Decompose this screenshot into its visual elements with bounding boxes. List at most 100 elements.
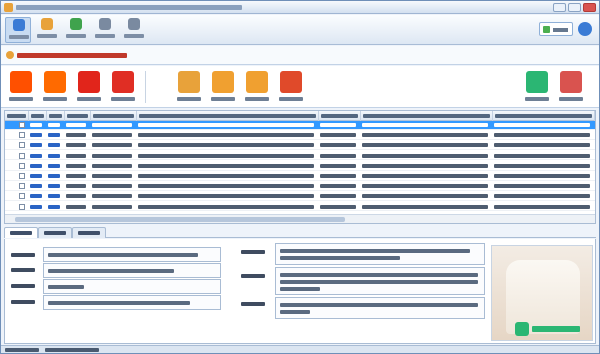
notice-bar: [1, 46, 599, 65]
skin-button[interactable]: [539, 22, 573, 36]
row-product-title: [137, 192, 319, 200]
table-row[interactable]: [5, 121, 595, 130]
row-edit-link[interactable]: [29, 152, 47, 160]
row-edit-link[interactable]: [29, 203, 47, 211]
row-delete-link[interactable]: [47, 182, 65, 190]
1688-store-button[interactable]: [41, 71, 69, 105]
home-icon: [13, 19, 25, 31]
row-delete-link[interactable]: [47, 131, 65, 139]
column-header-product-id[interactable]: [91, 111, 137, 121]
row-edit-link[interactable]: [29, 172, 47, 180]
row-target-category: [493, 152, 595, 160]
field-label: [11, 300, 35, 304]
row-edit-link[interactable]: [29, 121, 47, 129]
row-source-category: [361, 121, 493, 129]
register-button[interactable]: [121, 17, 147, 43]
field-label: [11, 268, 35, 272]
table-row[interactable]: [5, 141, 595, 151]
close-button[interactable]: [583, 3, 596, 12]
row-edit-link[interactable]: [29, 182, 47, 190]
price-range-field[interactable]: [43, 279, 221, 294]
spec-two-field[interactable]: [275, 297, 485, 319]
row-product-title: [137, 131, 319, 139]
table-row[interactable]: [5, 152, 595, 161]
product-description-field[interactable]: [275, 243, 485, 265]
row-delete-link[interactable]: [47, 192, 65, 200]
scrollbar-thumb[interactable]: [15, 217, 345, 222]
status-bar: [1, 345, 599, 353]
row-checkbox[interactable]: [19, 142, 25, 149]
column-header-product-title[interactable]: [137, 111, 319, 121]
row-delete-link[interactable]: [47, 141, 65, 149]
maximize-button[interactable]: [568, 3, 581, 12]
row-product-title: [137, 182, 319, 190]
tab-upload-log[interactable]: [72, 227, 106, 238]
table-row[interactable]: [5, 172, 595, 181]
column-header-delete[interactable]: [47, 111, 65, 121]
table-row[interactable]: [5, 182, 595, 191]
row-source-category: [361, 203, 493, 211]
column-header-edit[interactable]: [29, 111, 47, 121]
row-target-category: [493, 172, 595, 180]
column-header-source-category[interactable]: [361, 111, 493, 121]
row-delete-link[interactable]: [47, 203, 65, 211]
row-checkbox[interactable]: [19, 183, 25, 190]
video-tutorial-icon: [41, 18, 53, 30]
table-row[interactable]: [5, 192, 595, 202]
row-brand: [319, 172, 361, 180]
batch-edit-button[interactable]: [243, 71, 271, 105]
software-version: [5, 348, 39, 352]
row-delete-link[interactable]: [47, 162, 65, 170]
jd-store-button[interactable]: [75, 71, 103, 105]
column-header-brand[interactable]: [319, 111, 361, 121]
product-category-field[interactable]: [43, 263, 221, 278]
row-checkbox[interactable]: [19, 193, 25, 200]
tab-image-info[interactable]: [38, 227, 72, 238]
refresh-list-button[interactable]: [523, 71, 551, 105]
category-match-button[interactable]: [209, 71, 237, 105]
row-checkbox[interactable]: [19, 152, 25, 159]
product-link-field[interactable]: [43, 295, 221, 310]
row-source: [65, 172, 91, 180]
home-button[interactable]: [5, 17, 31, 43]
table-row[interactable]: [5, 203, 595, 212]
row-edit-link[interactable]: [29, 192, 47, 200]
row-brand: [319, 182, 361, 190]
row-edit-link[interactable]: [29, 131, 47, 139]
row-source-category: [361, 162, 493, 170]
row-product-title: [137, 152, 319, 160]
row-checkbox[interactable]: [19, 122, 25, 128]
field-label: [241, 302, 265, 306]
tab-basic-info[interactable]: [4, 227, 38, 238]
table-row[interactable]: [5, 131, 595, 140]
spec-one-field[interactable]: [275, 267, 485, 295]
row-edit-link[interactable]: [29, 162, 47, 170]
column-header-source[interactable]: [65, 111, 91, 121]
store-login-button[interactable]: [175, 71, 203, 105]
pinduoduo-store-button[interactable]: [109, 71, 137, 105]
minimize-button[interactable]: [553, 3, 566, 12]
help-icon[interactable]: [578, 22, 592, 36]
row-delete-link[interactable]: [47, 121, 65, 129]
row-delete-link[interactable]: [47, 152, 65, 160]
delete-list-icon: [560, 71, 582, 93]
horizontal-scrollbar[interactable]: [5, 214, 595, 223]
row-checkbox[interactable]: [19, 132, 25, 139]
row-checkbox[interactable]: [19, 162, 25, 169]
row-edit-link[interactable]: [29, 141, 47, 149]
row-checkbox[interactable]: [19, 173, 25, 179]
video-tutorial-button[interactable]: [34, 17, 60, 43]
product-title-field[interactable]: [43, 247, 221, 262]
qq-group-button[interactable]: [63, 17, 89, 43]
delete-list-button[interactable]: [557, 71, 585, 105]
row-delete-link[interactable]: [47, 172, 65, 180]
run-log-button[interactable]: [92, 17, 118, 43]
row-target-category: [493, 141, 595, 149]
row-product-id: [91, 182, 137, 190]
upload-product-button[interactable]: [277, 71, 305, 105]
column-header-target-category[interactable]: [493, 111, 595, 121]
row-checkbox[interactable]: [19, 203, 25, 210]
row-target-category: [493, 162, 595, 170]
table-row[interactable]: [5, 162, 595, 171]
taobao-store-button[interactable]: [7, 71, 35, 105]
